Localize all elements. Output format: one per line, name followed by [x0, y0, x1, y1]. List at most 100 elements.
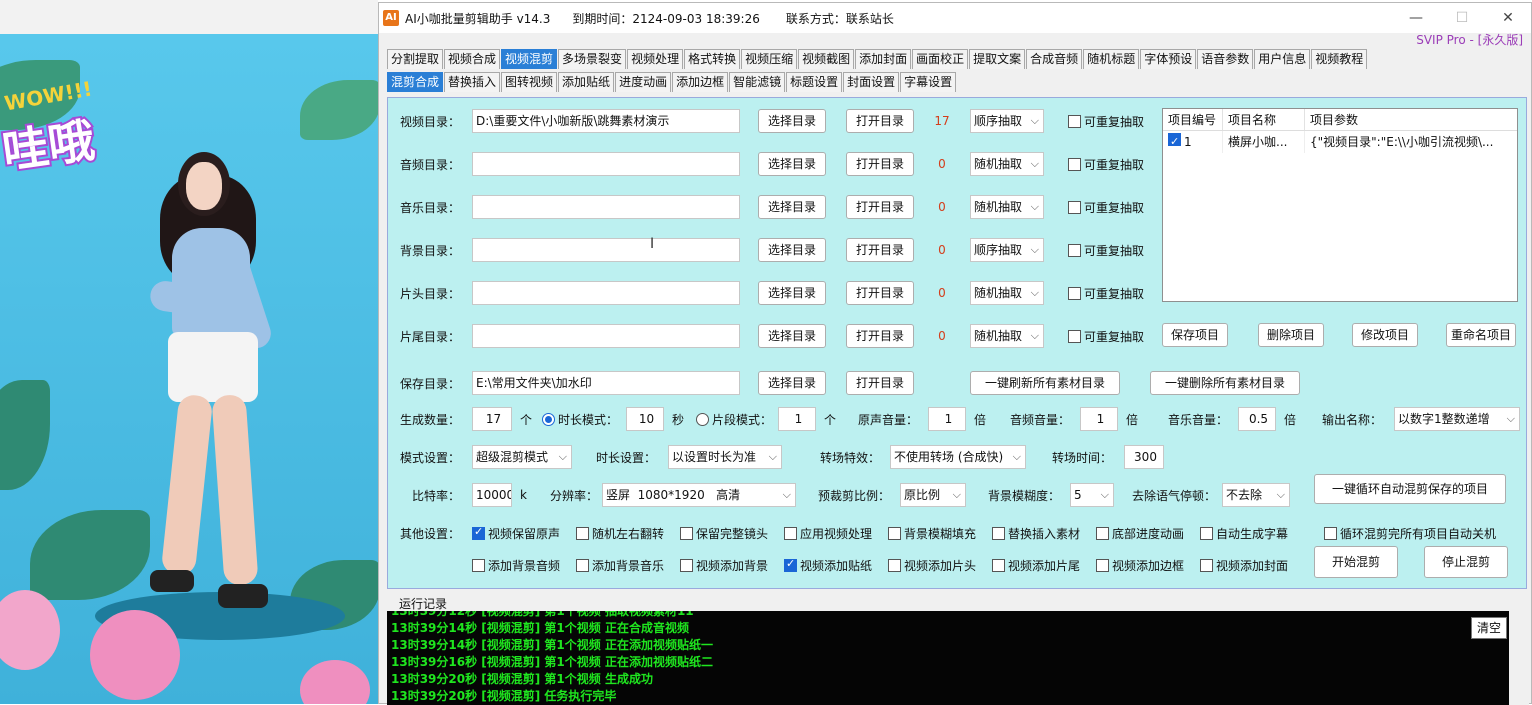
tab-9[interactable]: 画面校正 — [912, 49, 969, 69]
duration-setting-select[interactable]: 以设置时长为准 ⌵ — [668, 445, 782, 469]
choose-dir-button[interactable]: 选择目录 — [758, 152, 826, 176]
gen-count-input[interactable]: 17 — [472, 407, 512, 431]
option-checkbox[interactable]: 添加背景音乐 — [576, 557, 680, 574]
tab-11[interactable]: 合成音频 — [1026, 49, 1083, 69]
tab-14[interactable]: 语音参数 — [1197, 49, 1254, 69]
table-row[interactable]: 1 横屏小咖... {"视频目录":"E:\\小咖引流视频\... — [1163, 131, 1517, 153]
tab-2[interactable]: 视频混剪 — [501, 49, 558, 69]
stop-mix-button[interactable]: 停止混剪 — [1424, 546, 1508, 578]
repeat-extract-checkbox[interactable]: 可重复抽取 — [1068, 156, 1144, 173]
refresh-all-dirs-button[interactable]: 一键刷新所有素材目录 — [970, 371, 1120, 395]
choose-dir-button[interactable]: 选择目录 — [758, 195, 826, 219]
save-dir-input[interactable]: E:\常用文件夹\加水印 — [472, 371, 740, 395]
subtab-8[interactable]: 封面设置 — [843, 72, 900, 92]
loop-shutdown-checkbox[interactable]: 循环混剪完所有项目自动关机 — [1324, 525, 1496, 542]
crop-select[interactable]: 原比例 ⌵ — [900, 483, 966, 507]
mode-select[interactable]: 超级混剪模式 ⌵ — [472, 445, 572, 469]
tab-4[interactable]: 视频处理 — [627, 49, 684, 69]
subtab-7[interactable]: 标题设置 — [786, 72, 843, 92]
orig-volume-input[interactable]: 1 — [928, 407, 966, 431]
extract-mode-select[interactable]: 随机抽取 ⌵ — [970, 324, 1044, 348]
duration-input[interactable]: 10 — [626, 407, 664, 431]
transition-select[interactable]: 不使用转场 (合成快) ⌵ — [890, 445, 1026, 469]
dir-path-input[interactable] — [472, 152, 740, 176]
breath-select[interactable]: 不去除 ⌵ — [1222, 483, 1290, 507]
save-dir-open-button[interactable]: 打开目录 — [846, 371, 914, 395]
tab-10[interactable]: 提取文案 — [969, 49, 1026, 69]
save-project-button[interactable]: 保存项目 — [1162, 323, 1228, 347]
tab-6[interactable]: 视频压缩 — [741, 49, 798, 69]
dir-path-input[interactable] — [472, 324, 740, 348]
dir-path-input[interactable] — [472, 238, 740, 262]
bitrate-input[interactable]: 10000 — [472, 483, 512, 507]
rename-project-button[interactable]: 重命名项目 — [1446, 323, 1516, 347]
extract-mode-select[interactable]: 顺序抽取 ⌵ — [970, 238, 1044, 262]
dir-path-input[interactable] — [472, 281, 740, 305]
subtab-0[interactable]: 混剪合成 — [387, 72, 444, 92]
repeat-extract-checkbox[interactable]: 可重复抽取 — [1068, 199, 1144, 216]
project-table[interactable]: 项目编号 项目名称 项目参数 1 横屏小咖... {"视频目录":"E:\\小咖… — [1162, 108, 1518, 302]
delete-all-dirs-button[interactable]: 一键删除所有素材目录 — [1150, 371, 1300, 395]
option-checkbox[interactable]: 添加背景音频 — [472, 557, 576, 574]
open-dir-button[interactable]: 打开目录 — [846, 238, 914, 262]
run-log[interactable]: 13时39分12秒 [视频混剪] 第1个视频 抽取视频素材11 13时39分14秒… — [387, 611, 1511, 705]
extract-mode-select[interactable]: 随机抽取 ⌵ — [970, 281, 1044, 305]
minimize-button[interactable]: — — [1393, 3, 1439, 33]
dir-path-input[interactable] — [472, 195, 740, 219]
option-checkbox[interactable]: 视频添加边框 — [1096, 557, 1200, 574]
subtab-1[interactable]: 替换插入 — [444, 72, 501, 92]
tab-12[interactable]: 随机标题 — [1083, 49, 1140, 69]
tab-5[interactable]: 格式转换 — [684, 49, 741, 69]
start-mix-button[interactable]: 开始混剪 — [1314, 546, 1398, 578]
loop-mix-button[interactable]: 一键循环自动混剪保存的项目 — [1314, 474, 1506, 504]
duration-mode-radio[interactable]: 时长模式： — [542, 411, 618, 428]
tab-8[interactable]: 添加封面 — [855, 49, 912, 69]
open-dir-button[interactable]: 打开目录 — [846, 195, 914, 219]
subtab-2[interactable]: 图转视频 — [501, 72, 558, 92]
choose-dir-button[interactable]: 选择目录 — [758, 238, 826, 262]
delete-project-button[interactable]: 删除项目 — [1258, 323, 1324, 347]
segment-mode-radio[interactable]: 片段模式： — [696, 411, 772, 428]
tab-0[interactable]: 分割提取 — [387, 49, 444, 69]
audio-volume-input[interactable]: 1 — [1080, 407, 1118, 431]
resolution-select[interactable]: 竖屏 1080*1920 高清 ⌵ — [602, 483, 796, 507]
tab-15[interactable]: 用户信息 — [1254, 49, 1311, 69]
music-volume-input[interactable]: 0.5 — [1238, 407, 1276, 431]
subtab-9[interactable]: 字幕设置 — [900, 72, 957, 92]
close-button[interactable]: ✕ — [1485, 3, 1531, 33]
title-bar[interactable]: AI AI小咖批量剪辑助手 v14.3 到期时间：2124-09-03 18:3… — [379, 3, 1531, 33]
subtab-4[interactable]: 进度动画 — [615, 72, 672, 92]
tab-13[interactable]: 字体预设 — [1140, 49, 1197, 69]
subtab-3[interactable]: 添加贴纸 — [558, 72, 615, 92]
tab-1[interactable]: 视频合成 — [444, 49, 501, 69]
dir-path-input[interactable]: D:\重要文件\小咖新版\跳舞素材演示 — [472, 109, 740, 133]
choose-dir-button[interactable]: 选择目录 — [758, 324, 826, 348]
modify-project-button[interactable]: 修改项目 — [1352, 323, 1418, 347]
option-checkbox[interactable]: 视频添加片头 — [888, 557, 992, 574]
open-dir-button[interactable]: 打开目录 — [846, 281, 914, 305]
repeat-extract-checkbox[interactable]: 可重复抽取 — [1068, 242, 1144, 259]
output-name-select[interactable]: 以数字1整数递增 ⌵ — [1394, 407, 1520, 431]
option-checkbox[interactable]: 背景模糊填充 — [888, 525, 992, 542]
repeat-extract-checkbox[interactable]: 可重复抽取 — [1068, 285, 1144, 302]
extract-mode-select[interactable]: 随机抽取 ⌵ — [970, 195, 1044, 219]
repeat-extract-checkbox[interactable]: 可重复抽取 — [1068, 328, 1144, 345]
extract-mode-select[interactable]: 顺序抽取 ⌵ — [970, 109, 1044, 133]
option-checkbox[interactable]: 自动生成字幕 — [1200, 525, 1304, 542]
save-dir-choose-button[interactable]: 选择目录 — [758, 371, 826, 395]
option-checkbox[interactable]: 底部进度动画 — [1096, 525, 1200, 542]
choose-dir-button[interactable]: 选择目录 — [758, 281, 826, 305]
maximize-button[interactable]: ☐ — [1439, 3, 1485, 33]
option-checkbox[interactable]: 随机左右翻转 — [576, 525, 680, 542]
option-checkbox[interactable]: 保留完整镜头 — [680, 525, 784, 542]
choose-dir-button[interactable]: 选择目录 — [758, 109, 826, 133]
tab-3[interactable]: 多场景裂变 — [558, 49, 627, 69]
extract-mode-select[interactable]: 随机抽取 ⌵ — [970, 152, 1044, 176]
blur-select[interactable]: 5 ⌵ — [1070, 483, 1114, 507]
subtab-6[interactable]: 智能滤镜 — [729, 72, 786, 92]
option-checkbox[interactable]: 视频添加贴纸 — [784, 557, 888, 574]
tab-16[interactable]: 视频教程 — [1311, 49, 1368, 69]
open-dir-button[interactable]: 打开目录 — [846, 324, 914, 348]
option-checkbox[interactable]: 视频添加背景 — [680, 557, 784, 574]
option-checkbox[interactable]: 替换插入素材 — [992, 525, 1096, 542]
